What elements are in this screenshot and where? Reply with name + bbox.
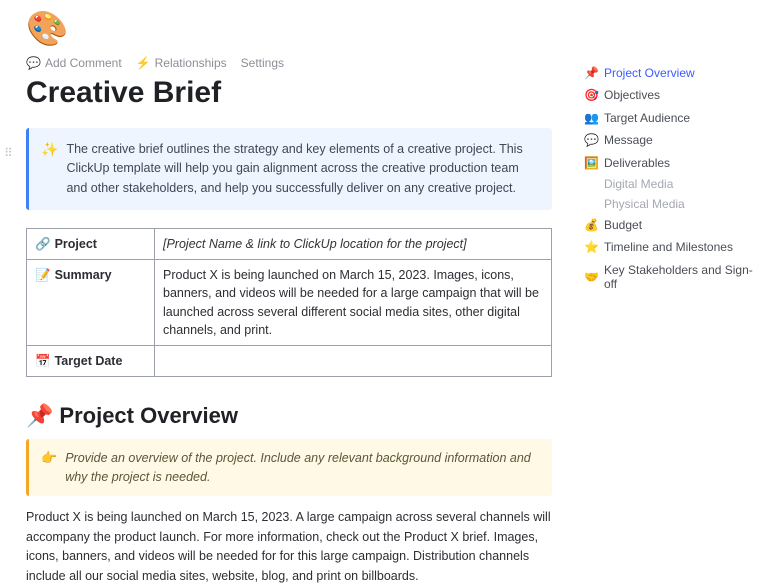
- toc-item-budget[interactable]: 💰 Budget: [582, 214, 760, 236]
- sparkle-icon: ✨: [41, 140, 58, 198]
- toc-sub-physical-media[interactable]: Physical Media: [582, 194, 760, 214]
- tip-callout: 👉 Provide an overview of the project. In…: [26, 439, 552, 497]
- handshake-icon: 🤝: [584, 270, 598, 284]
- table-row: 🔗Project [Project Name & link to ClickUp…: [27, 229, 552, 260]
- table-row: 📅Target Date: [27, 345, 552, 376]
- link-icon: 🔗: [35, 237, 51, 251]
- toc-label: Message: [604, 133, 653, 147]
- toolbar-label: Settings: [241, 56, 284, 70]
- add-comment-button[interactable]: 💬 Add Comment: [26, 56, 122, 70]
- main-content: 🎨 💬 Add Comment ⚡ Relationships Settings…: [0, 0, 576, 586]
- toolbar-label: Add Comment: [45, 56, 122, 70]
- intro-callout: ✨ The creative brief outlines the strate…: [26, 128, 552, 210]
- row-value[interactable]: [Project Name & link to ClickUp location…: [155, 229, 552, 260]
- page-title: Creative Brief: [26, 76, 552, 110]
- people-icon: 👥: [584, 111, 598, 125]
- star-icon: ⭐: [584, 240, 598, 254]
- target-icon: 🎯: [584, 88, 598, 102]
- toc-label: Timeline and Milestones: [604, 240, 733, 254]
- money-icon: 💰: [584, 218, 598, 232]
- toc-item-project-overview[interactable]: 📌 Project Overview: [582, 62, 760, 84]
- row-value[interactable]: [155, 345, 552, 376]
- comment-icon: 💬: [26, 56, 41, 70]
- pointer-icon: 👉: [41, 449, 57, 487]
- picture-icon: 🖼️: [584, 156, 598, 170]
- toc-item-deliverables[interactable]: 🖼️ Deliverables: [582, 152, 760, 174]
- toc-item-stakeholders[interactable]: 🤝 Key Stakeholders and Sign-off: [582, 259, 760, 296]
- toolbar-label: Relationships: [155, 56, 227, 70]
- settings-button[interactable]: Settings: [241, 56, 284, 70]
- callout-text: The creative brief outlines the strategy…: [66, 140, 538, 198]
- row-label: 📅Target Date: [27, 345, 155, 376]
- block-handle-icon[interactable]: ⠿: [4, 146, 13, 160]
- toc-label: Target Audience: [604, 111, 690, 125]
- page-toolbar: 💬 Add Comment ⚡ Relationships Settings: [26, 56, 552, 70]
- relationships-icon: ⚡: [136, 56, 151, 70]
- pushpin-icon: 📌: [584, 66, 598, 80]
- toc-label: Objectives: [604, 88, 660, 102]
- row-value[interactable]: Product X is being launched on March 15,…: [155, 260, 552, 346]
- toc-label: Budget: [604, 218, 642, 232]
- calendar-icon: 📅: [35, 354, 51, 368]
- toc-item-objectives[interactable]: 🎯 Objectives: [582, 84, 760, 106]
- toc-sub-digital-media[interactable]: Digital Media: [582, 174, 760, 194]
- row-label: 🔗Project: [27, 229, 155, 260]
- toc-label: Deliverables: [604, 156, 670, 170]
- toc-label: Project Overview: [604, 66, 695, 80]
- toc-sidebar: 📌 Project Overview 🎯 Objectives 👥 Target…: [582, 0, 768, 296]
- toc-label: Key Stakeholders and Sign-off: [604, 263, 758, 292]
- info-table: 🔗Project [Project Name & link to ClickUp…: [26, 228, 552, 377]
- tip-text: Provide an overview of the project. Incl…: [65, 449, 540, 487]
- pushpin-icon: 📌: [26, 403, 53, 429]
- row-label: 📝Summary: [27, 260, 155, 346]
- relationships-button[interactable]: ⚡ Relationships: [136, 56, 227, 70]
- speech-icon: 💬: [584, 133, 598, 147]
- memo-icon: 📝: [35, 268, 51, 282]
- section-heading: 📌 Project Overview: [26, 403, 552, 429]
- toc-item-timeline[interactable]: ⭐ Timeline and Milestones: [582, 236, 760, 258]
- toc-item-message[interactable]: 💬 Message: [582, 129, 760, 151]
- overview-body: Product X is being launched on March 15,…: [26, 508, 552, 586]
- page-icon[interactable]: 🎨: [26, 12, 552, 46]
- toc-item-target-audience[interactable]: 👥 Target Audience: [582, 107, 760, 129]
- table-row: 📝Summary Product X is being launched on …: [27, 260, 552, 346]
